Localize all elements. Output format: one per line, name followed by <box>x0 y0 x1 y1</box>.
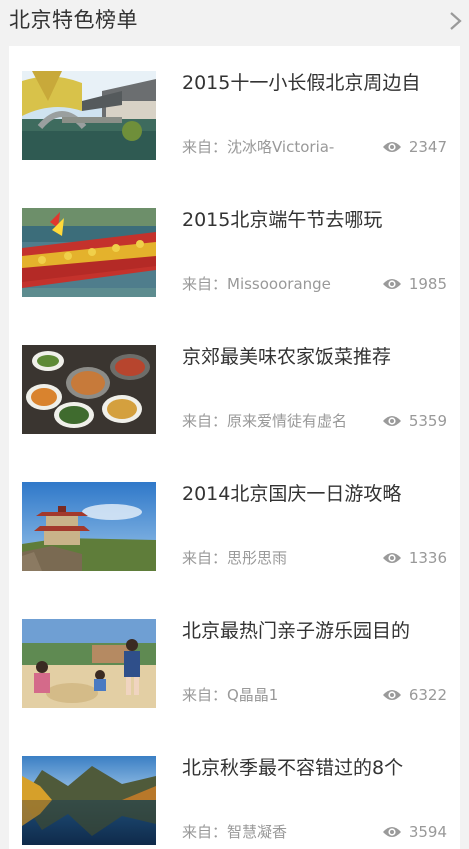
view-count-group: 6322 <box>382 685 447 705</box>
dragon-boat-race-photo <box>22 208 156 297</box>
item-title[interactable]: 京郊最美味农家饭菜推荐 <box>182 344 452 370</box>
header: 北京特色榜单 <box>0 0 469 46</box>
item-author: 来自：Q晶晶1 <box>182 686 279 704</box>
view-count: 5359 <box>408 412 447 430</box>
farmhouse-dishes-photo <box>22 345 156 434</box>
item-author: 来自：思彤思雨 <box>182 549 288 567</box>
kids-playing-sand-photo <box>22 619 156 708</box>
eye-icon <box>382 690 401 700</box>
list-item[interactable]: 京郊最美味农家饭菜推荐 来自：原来爱情徒有虚名 5359 <box>9 320 460 457</box>
item-title[interactable]: 2014北京国庆一日游攻略 <box>182 481 452 507</box>
view-count-group: 3594 <box>382 822 447 842</box>
eye-icon <box>382 279 401 289</box>
water-town-bridge-photo <box>22 71 156 160</box>
view-count-group: 1336 <box>382 548 447 568</box>
eye-icon <box>382 827 401 837</box>
eye-icon <box>382 553 401 563</box>
item-title[interactable]: 北京最热门亲子游乐园目的 <box>182 618 452 644</box>
eye-icon <box>382 142 401 152</box>
item-title[interactable]: 2015十一小长假北京周边自 <box>182 70 452 96</box>
view-count: 1985 <box>408 275 447 293</box>
item-author: 来自：原来爱情徒有虚名 <box>182 412 348 430</box>
page-title: 北京特色榜单 <box>9 8 138 32</box>
autumn-lake-photo <box>22 756 156 845</box>
pagoda-tower-photo <box>22 482 156 571</box>
list-item[interactable]: 2015十一小长假北京周边自 来自：沈冰咯Victoria- 2347 <box>9 46 460 183</box>
view-count: 3594 <box>408 823 447 841</box>
view-count-group: 2347 <box>382 137 447 157</box>
list-item[interactable]: 2014北京国庆一日游攻略 来自：思彤思雨 1336 <box>9 457 460 594</box>
item-author: 来自：Missooorange <box>182 275 331 293</box>
eye-icon <box>382 416 401 426</box>
item-author: 来自：智慧凝香 <box>182 823 288 841</box>
view-count-group: 1985 <box>382 274 447 294</box>
item-author: 来自：沈冰咯Victoria- <box>182 138 335 156</box>
list-item[interactable]: 北京最热门亲子游乐园目的 来自：Q晶晶1 6322 <box>9 594 460 731</box>
list-item[interactable]: 北京秋季最不容错过的8个 来自：智慧凝香 3594 <box>9 731 460 849</box>
view-count: 2347 <box>408 138 447 156</box>
item-title[interactable]: 北京秋季最不容错过的8个 <box>182 755 452 781</box>
list-item[interactable]: 2015北京端午节去哪玩 来自：Missooorange 1985 <box>9 183 460 320</box>
chevron-right-icon[interactable] <box>447 10 465 32</box>
view-count-group: 5359 <box>382 411 447 431</box>
item-title[interactable]: 2015北京端午节去哪玩 <box>182 207 452 233</box>
view-count: 6322 <box>408 686 447 704</box>
ranking-list: 2015十一小长假北京周边自 来自：沈冰咯Victoria- 2347 2015… <box>9 46 460 849</box>
view-count: 1336 <box>408 549 447 567</box>
